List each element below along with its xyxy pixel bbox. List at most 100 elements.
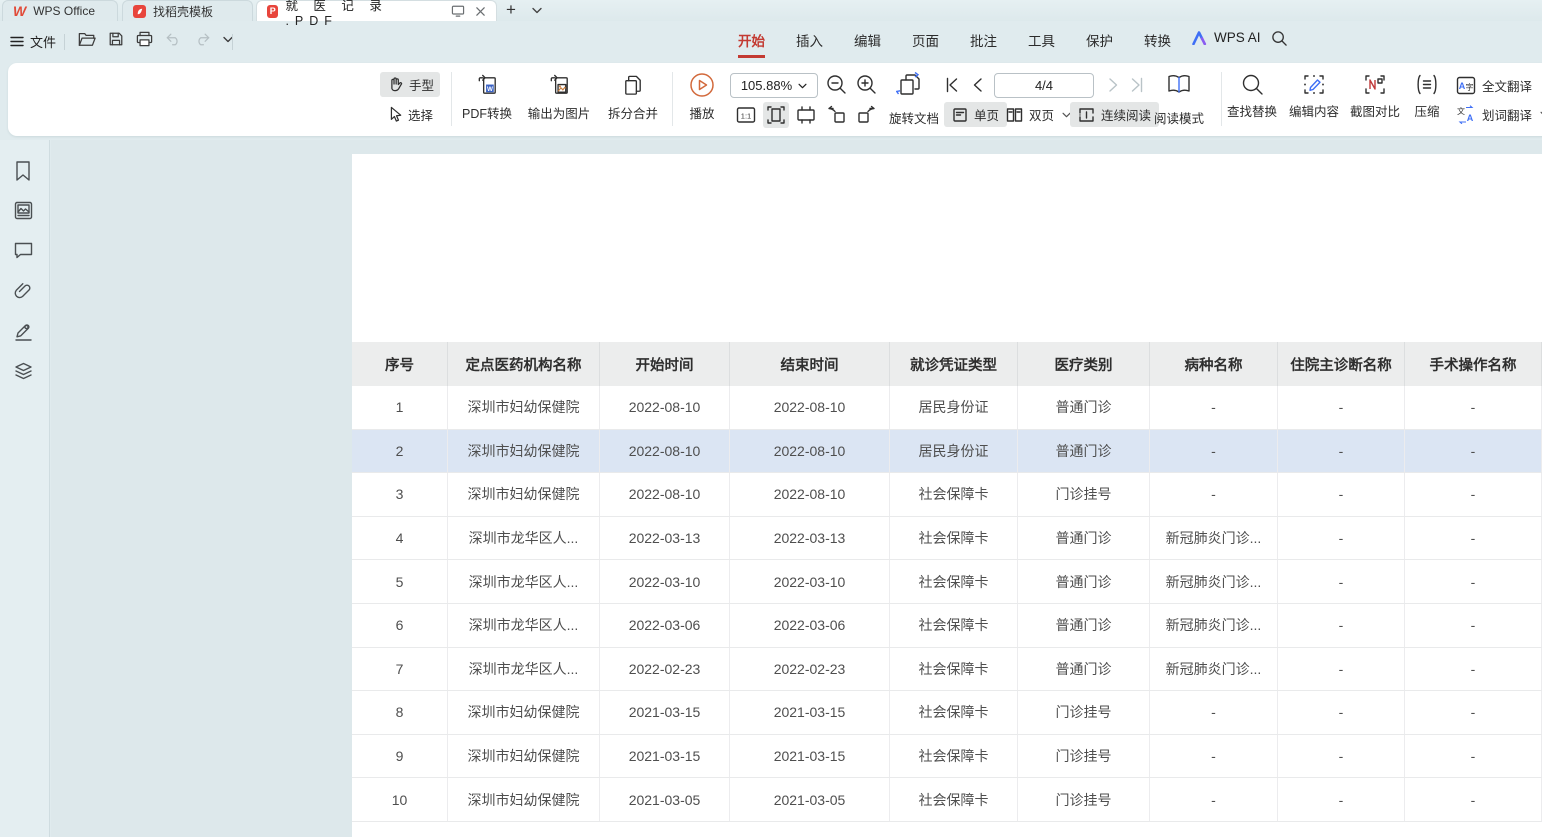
table-cell: 9 [352, 735, 448, 778]
rotate-doc-label[interactable]: 旋转文档 [889, 108, 939, 127]
table-cell: 2021-03-15 [730, 735, 890, 778]
close-tab-icon[interactable] [475, 6, 486, 17]
table-cell: 2022-03-10 [600, 560, 730, 603]
table-cell: - [1405, 648, 1542, 691]
screenshot-compare-button[interactable]: 截图对比 [1346, 73, 1404, 120]
bookmark-icon[interactable] [13, 160, 33, 182]
table-cell: 新冠肺炎门诊... [1150, 604, 1278, 647]
table-row: 6深圳市龙华区人...2022-03-062022-03-06社会保障卡普通门诊… [352, 604, 1542, 648]
table-cell: - [1150, 473, 1278, 516]
present-monitor-icon[interactable] [451, 5, 465, 17]
table-cell: 门诊挂号 [1018, 778, 1150, 821]
menu-item-home[interactable]: 开始 [738, 30, 765, 50]
zoom-level-select[interactable]: 105.88% [730, 73, 818, 98]
rotate-left-icon[interactable] [826, 105, 847, 125]
continuous-read-button[interactable]: 连续阅读 [1070, 102, 1159, 127]
find-replace-button[interactable]: 查找替换 [1220, 73, 1284, 120]
menu-item-convert[interactable]: 转换 [1144, 30, 1171, 50]
zoom-out-icon[interactable] [826, 74, 847, 95]
fit-page-icon[interactable] [796, 105, 816, 125]
read-mode-label[interactable]: 阅读模式 [1154, 108, 1204, 127]
layers-icon[interactable] [13, 360, 34, 381]
table-cell: 2021-03-05 [600, 778, 730, 821]
divider [64, 34, 65, 50]
table-cell: 社会保障卡 [890, 473, 1018, 516]
play-icon [689, 72, 715, 98]
wps-logo-icon: W [13, 4, 26, 18]
table-cell: 深圳市龙华区人... [448, 604, 600, 647]
zoom-in-icon[interactable] [856, 74, 877, 95]
prev-page-icon[interactable] [972, 77, 983, 93]
full-translate-button[interactable]: A 字 全文翻译 [1456, 74, 1532, 96]
next-page-icon[interactable] [1108, 77, 1119, 93]
tab-docer[interactable]: 找稻壳模板 [122, 0, 253, 21]
export-image-button[interactable]: 输出为图片 [524, 73, 594, 122]
table-cell: 2022-08-10 [730, 473, 890, 516]
save-icon[interactable] [108, 31, 124, 47]
attachment-icon[interactable] [13, 280, 34, 301]
screenshot-compare-icon [1363, 73, 1387, 96]
menu-item-tools[interactable]: 工具 [1028, 30, 1055, 50]
table-cell: 2022-08-10 [730, 430, 890, 473]
svg-text:A: A [1467, 113, 1474, 123]
select-tool-button[interactable]: 选择 [380, 102, 440, 127]
table-cell: - [1405, 778, 1542, 821]
tab-wps-home[interactable]: W WPS Office [2, 0, 118, 21]
table-header-cell: 就诊凭证类型 [890, 342, 1018, 386]
compress-button[interactable]: 压缩 [1406, 73, 1448, 120]
thumbnail-icon[interactable] [13, 200, 34, 221]
menu-item-insert[interactable]: 插入 [796, 30, 823, 50]
tab-document[interactable]: P 就 医 记 录 .PDF [256, 0, 497, 21]
menu-search-icon[interactable] [1271, 30, 1288, 47]
double-page-button[interactable]: 双页 [1006, 102, 1071, 127]
wps-ai-button[interactable]: WPS AI [1192, 30, 1261, 45]
print-icon[interactable] [136, 31, 153, 47]
page-indicator-input[interactable]: 4/4 [994, 73, 1094, 98]
hand-icon [387, 76, 403, 93]
table-cell: 深圳市妇幼保健院 [448, 473, 600, 516]
word-translate-button[interactable]: 文 A 划词翻译 [1456, 103, 1542, 125]
table-header-cell: 结束时间 [730, 342, 890, 386]
hand-tool-button[interactable]: 手型 [380, 72, 440, 97]
open-folder-icon[interactable] [78, 31, 96, 47]
undo-icon[interactable] [165, 32, 182, 47]
new-tab-button[interactable]: + [506, 0, 516, 20]
menu-item-page[interactable]: 页面 [912, 30, 939, 50]
table-cell: 2022-08-10 [600, 473, 730, 516]
edit-content-button[interactable]: 编辑内容 [1284, 73, 1344, 120]
compress-icon [1415, 73, 1439, 96]
wps-ai-icon [1192, 31, 1208, 45]
cursor-arrow-icon [387, 106, 402, 123]
table-cell: 2022-08-10 [600, 430, 730, 473]
read-mode-icon[interactable] [1166, 71, 1192, 97]
table-cell: - [1150, 430, 1278, 473]
ribbon-menu-items: 开始 插入 编辑 页面 批注 工具 保护 转换 [738, 30, 1171, 50]
tab-list-chevron-icon[interactable] [532, 7, 542, 14]
redo-icon[interactable] [194, 32, 211, 47]
table-header-cell: 序号 [352, 342, 448, 386]
split-merge-button[interactable]: 拆分合并 [600, 73, 666, 122]
table-cell: 社会保障卡 [890, 778, 1018, 821]
single-page-button[interactable]: 单页 [944, 102, 1007, 127]
rotate-pages-icon[interactable] [896, 71, 924, 99]
document-viewport[interactable]: 序号定点医药机构名称开始时间结束时间就诊凭证类型医疗类别病种名称住院主诊断名称手… [51, 140, 1542, 837]
table-cell: 社会保障卡 [890, 648, 1018, 691]
play-button[interactable]: 播放 [680, 72, 724, 122]
table-cell: 深圳市妇幼保健院 [448, 778, 600, 821]
rotate-right-icon[interactable] [856, 105, 877, 125]
file-menu-button[interactable]: 文件 [10, 32, 56, 51]
svg-text:字: 字 [1466, 82, 1474, 92]
pdf-convert-button[interactable]: W PDF转换 [456, 73, 518, 122]
wps-pdf-window: { "tabbar": { "home_tab": "WPS Office", … [0, 0, 1542, 837]
signature-pen-icon[interactable] [13, 320, 34, 342]
last-page-icon[interactable] [1130, 77, 1144, 93]
comment-icon[interactable] [13, 241, 34, 260]
actual-size-icon[interactable]: 1:1 [736, 105, 756, 125]
table-cell: 6 [352, 604, 448, 647]
menu-item-protect[interactable]: 保护 [1086, 30, 1113, 50]
menu-item-edit[interactable]: 编辑 [854, 30, 881, 50]
table-cell: - [1278, 735, 1405, 778]
fit-width-button[interactable] [763, 102, 789, 128]
menu-item-comment[interactable]: 批注 [970, 30, 997, 50]
first-page-icon[interactable] [945, 77, 959, 93]
